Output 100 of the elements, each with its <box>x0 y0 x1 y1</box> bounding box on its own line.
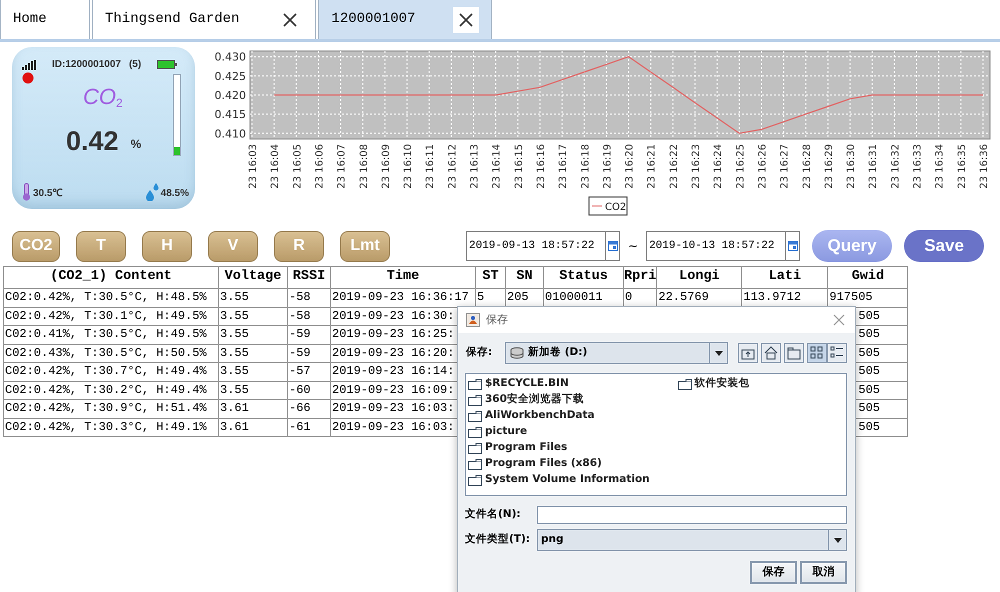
column-header[interactable]: Voltage <box>218 266 288 288</box>
axis-label: 23 16:35 <box>956 144 968 189</box>
file-item[interactable]: Program Files <box>485 440 568 456</box>
column-header[interactable]: (CO2_1) Content <box>4 266 218 288</box>
calendar-button[interactable] <box>786 231 800 261</box>
table-cell: -60 <box>289 382 311 397</box>
file-item[interactable]: 软件安装包 <box>694 376 750 392</box>
column-header[interactable]: Time <box>330 266 476 288</box>
gas-name: CO$_{2}$ <box>83 86 124 108</box>
axis-label: 23 16:32 <box>890 144 902 189</box>
axis-label: 23 16:05 <box>292 144 304 189</box>
file-item[interactable]: AliWorkbenchData <box>485 408 595 424</box>
axis-label: 23 16:14 <box>492 144 503 189</box>
file-type-dropdown[interactable]: png <box>537 529 847 551</box>
axis-label: 23 16:13 <box>470 144 481 189</box>
table-cell: 505 <box>858 346 880 360</box>
file-name-field[interactable] <box>537 506 847 524</box>
table-cell: 505 <box>858 327 880 342</box>
column-header[interactable]: Gwid <box>828 266 908 288</box>
table-cell: 3.55 <box>220 327 249 342</box>
table-cell: 2019-09-23 16:30: <box>332 308 454 323</box>
details-view-button[interactable] <box>827 343 847 363</box>
file-item[interactable]: System Volume Information <box>485 472 650 488</box>
axis-label: 23 16:09 <box>380 144 392 189</box>
legend-box <box>588 196 628 216</box>
table-cell: 2019-09-23 16:36:17 <box>332 290 469 304</box>
table-cell: 3.55 <box>220 290 249 304</box>
tab[interactable]: Home <box>0 0 90 39</box>
axis-label: 23 16:26 <box>757 144 768 189</box>
date-field[interactable]: 2019-10-13 18:57:22 <box>646 231 786 261</box>
table-cell: -59 <box>289 346 311 360</box>
table-cell: C02:0.42%, T:30.3°C, H:49.1% <box>5 420 207 434</box>
cancel-button[interactable]: 取消 <box>800 561 847 584</box>
calendar-button[interactable] <box>606 231 620 261</box>
file-item[interactable]: $RECYCLE.BIN <box>485 376 569 392</box>
table-cell: 3.55 <box>220 364 249 378</box>
tab[interactable]: 1200001007 <box>318 0 492 39</box>
table-cell: -57 <box>289 364 311 378</box>
gas-value: 0.42 <box>66 128 119 155</box>
column-header[interactable]: ST <box>476 266 506 288</box>
tab[interactable]: Thingsend Garden <box>92 0 316 39</box>
list-view-button[interactable] <box>807 343 827 363</box>
file-name-label: 文件名(N): <box>465 507 522 522</box>
list-view-icon <box>810 346 824 360</box>
table-cell: 505 <box>858 308 880 323</box>
axis-label: 23 16:06 <box>314 144 326 189</box>
legend-label: CO2 <box>605 202 626 213</box>
file-item[interactable]: Program Files (x86) <box>485 456 602 472</box>
folder-icon <box>468 378 482 390</box>
app-icon <box>466 313 480 327</box>
axis-label: 23 16:23 <box>691 144 702 189</box>
up-folder-button[interactable] <box>738 343 758 363</box>
axis-label: 23 16:22 <box>668 144 680 189</box>
date-field[interactable]: 2019-09-13 18:57:22 <box>466 231 606 261</box>
table-cell: 3.55 <box>220 382 249 397</box>
file-item[interactable]: 360安全浏览器下载 <box>485 392 584 408</box>
signal-icon <box>22 60 36 70</box>
dropdown-value: 新加卷 (D:) <box>528 345 588 360</box>
column-header[interactable]: Rpri <box>624 266 657 288</box>
folder-icon <box>678 378 692 390</box>
axis-label: 23 16:04 <box>270 144 282 189</box>
location-dropdown[interactable]: 新加卷 (D:) <box>505 342 728 364</box>
close-icon <box>458 12 474 28</box>
table-cell: -58 <box>289 308 311 323</box>
save-button[interactable]: 保存 <box>750 561 797 584</box>
table-cell: C02:0.42%, T:30.2°C, H:49.4% <box>5 382 207 397</box>
table-cell: 3.55 <box>220 308 249 323</box>
table-cell: C02:0.42%, T:30.1°C, H:49.5% <box>5 308 207 323</box>
reading-count: (5) <box>128 58 142 72</box>
folder-icon <box>468 458 482 470</box>
table-cell: 2019-09-23 16:14: <box>332 364 454 378</box>
battery-icon <box>157 60 177 69</box>
column-header[interactable]: Status <box>544 266 624 288</box>
new-folder-icon <box>787 346 801 360</box>
caret-icon <box>714 350 722 356</box>
column-header[interactable]: Lati <box>742 266 828 288</box>
home-button[interactable] <box>761 343 781 363</box>
caret-icon <box>834 538 842 542</box>
axis-label: 23 16:17 <box>558 144 570 189</box>
folder-icon <box>468 394 482 406</box>
humidity-reading: 48.5% <box>160 187 189 201</box>
temperature-reading: 30.5℃ <box>33 187 62 201</box>
new-folder-button[interactable] <box>784 343 804 363</box>
axis-label: 23 16:07 <box>336 144 348 189</box>
table-cell: 0 <box>625 290 632 304</box>
table-cell: -58 <box>289 290 311 304</box>
table-cell: 3.61 <box>220 420 249 434</box>
axis-label: 0.425 <box>214 70 246 83</box>
column-header[interactable]: Longi <box>656 266 742 288</box>
folder-icon <box>468 442 482 454</box>
table-cell: 113.9712 <box>743 290 802 304</box>
table-cell: C02:0.43%, T:30.5°C, H:50.5% <box>5 346 207 360</box>
close-button[interactable] <box>453 6 480 32</box>
file-item[interactable]: picture <box>485 424 528 440</box>
save-button[interactable]: Save <box>904 230 984 262</box>
column-header[interactable]: RSSI <box>288 266 330 288</box>
table-cell: 01000011 <box>545 290 603 304</box>
column-header[interactable]: SN <box>506 266 544 288</box>
axis-label: 0.415 <box>214 108 246 122</box>
axis-label: 0.430 <box>214 50 246 64</box>
